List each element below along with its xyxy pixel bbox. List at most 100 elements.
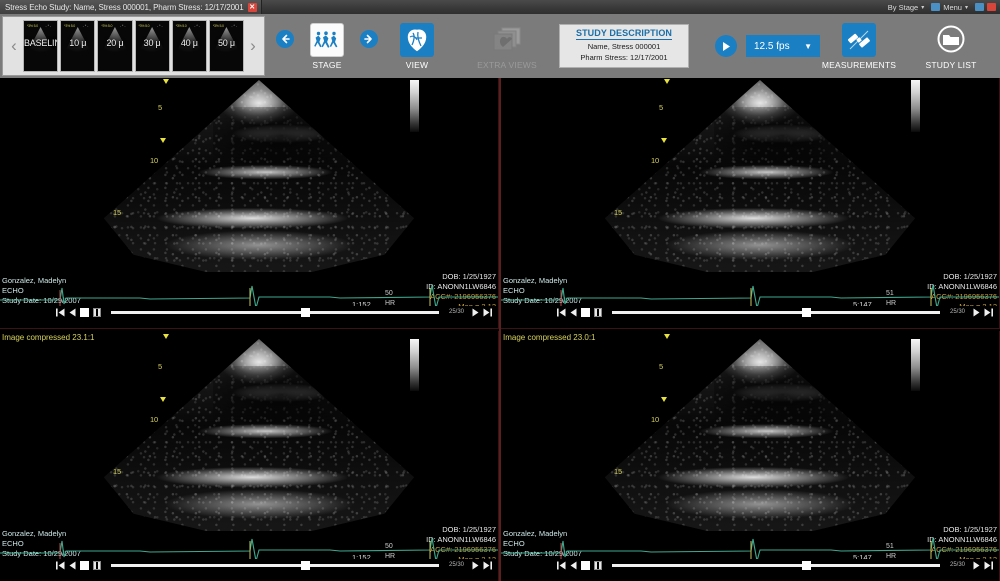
study-description-date: Pharm Stress: 12/17/2001 [580, 53, 667, 62]
fps-dropdown[interactable]: 12.5 fps ▼ [746, 35, 820, 57]
ultrasound-image[interactable]: 5 10 15 [0, 337, 498, 537]
depth-marker-icon [160, 397, 166, 402]
viewport-pane[interactable]: 5 10 15 Gonzalez, Madelyn ECHO Study Dat… [501, 78, 1000, 329]
ultrasound-image[interactable]: 5 10 15 [501, 78, 999, 278]
by-stage-dropdown[interactable]: By Stage ▾ [888, 3, 924, 12]
skip-to-start-button[interactable] [56, 308, 65, 317]
frame-scrubber[interactable] [612, 311, 940, 314]
thumbnail-ecg [100, 62, 129, 67]
study-description-panel[interactable]: STUDY DESCRIPTION Name, Stress 000001 Ph… [559, 24, 689, 68]
skip-to-end-button[interactable] [984, 308, 993, 317]
ultrasound-sector [94, 339, 424, 531]
scrubber-handle[interactable] [802, 308, 811, 317]
stage-thumbnail[interactable]: *3% 5.0 - * - 20 μ [97, 20, 132, 72]
scrubber-handle[interactable] [802, 561, 811, 570]
skip-to-start-button[interactable] [56, 561, 65, 570]
frame-scrubber[interactable] [111, 311, 439, 314]
stress-echo-application: Stress Echo Study: Name, Stress 000001, … [0, 0, 1000, 581]
view-button[interactable]: VIEW [389, 23, 445, 70]
scrubber-handle[interactable] [301, 561, 310, 570]
depth-tick: 15 [113, 467, 121, 476]
step-back-button[interactable] [570, 308, 577, 317]
window-controls[interactable] [975, 3, 996, 11]
pause-button[interactable] [93, 308, 101, 317]
apex-marker-icon [163, 79, 169, 84]
stop-button[interactable] [581, 308, 590, 317]
skip-to-end-button[interactable] [984, 561, 993, 570]
stage-thumbnail-label: 10 μ [61, 38, 94, 48]
viewport-pane[interactable]: 5 10 15 Gonzalez, Madelyn ECHO Study Dat… [0, 78, 499, 329]
viewport-pane[interactable]: Image compressed 23.0:1 5 10 15 Gonzalez… [501, 331, 1000, 581]
folder-icon [935, 25, 967, 55]
scrubber-handle[interactable] [301, 308, 310, 317]
stage-thumbnail-label: 50 μ [210, 38, 243, 48]
arrow-left-icon [280, 34, 290, 44]
next-stage-button[interactable] [360, 30, 378, 48]
strip-next-button[interactable]: › [244, 17, 262, 75]
stage-button[interactable]: STAGE [299, 23, 355, 70]
depth-tick: 15 [614, 208, 622, 217]
pause-button[interactable] [594, 561, 602, 570]
close-icon[interactable]: ✕ [248, 3, 257, 12]
measurements-button[interactable]: MEASUREMENTS [820, 23, 898, 70]
frame-scrubber[interactable] [612, 564, 940, 567]
running-figures-icon [314, 30, 340, 50]
grayscale-bar [410, 339, 419, 391]
stop-button[interactable] [581, 561, 590, 570]
frame-counter: 25/30 [950, 309, 965, 315]
stage-thumbnail[interactable]: *3% 5.0 - * - 50 μ [209, 20, 244, 72]
viewport-pane[interactable]: Image compressed 23.1:1 5 10 15 Gonzalez… [0, 331, 499, 581]
thumbnail-tick: *3% 5.0 [139, 24, 150, 28]
step-back-button[interactable] [69, 561, 76, 570]
chamber-cavity [714, 366, 853, 424]
stage-thumbnail[interactable]: *3% 5.0 - * - 10 μ [60, 20, 95, 72]
skip-to-end-button[interactable] [483, 308, 492, 317]
pause-button[interactable] [594, 308, 602, 317]
menu-dropdown[interactable]: Menu ▾ [931, 3, 968, 12]
toolbar-buttons: STAGE VIEW [265, 14, 820, 78]
frame-counter: 25/30 [449, 562, 464, 568]
depth-tick: 10 [651, 415, 659, 424]
skip-to-start-button[interactable] [557, 308, 566, 317]
study-description-title: STUDY DESCRIPTION [576, 28, 672, 40]
playback-transport: 25/30 [501, 306, 999, 318]
depth-tick: 5 [158, 362, 162, 371]
menu-icon [931, 3, 940, 11]
minimize-icon[interactable] [975, 3, 984, 11]
toolbar-right-buttons: MEASUREMENTS STUDY LIST [820, 23, 1000, 70]
skip-to-start-button[interactable] [557, 561, 566, 570]
ultrasound-sector [595, 80, 925, 272]
ultrasound-image[interactable]: 5 10 15 [0, 78, 498, 278]
stage-thumbnail[interactable]: *3% 5.0 - * - BASELINE [23, 20, 58, 72]
step-back-button[interactable] [69, 308, 76, 317]
frame-scrubber[interactable] [111, 564, 439, 567]
thumbnail-tick-right: - * - [157, 24, 163, 28]
thumbnail-tick: *3% 5.0 [176, 24, 187, 28]
pause-button[interactable] [93, 561, 101, 570]
stage-button-label: STAGE [312, 60, 341, 70]
stop-button[interactable] [80, 561, 89, 570]
play-forward-button[interactable] [973, 308, 980, 317]
extra-views-button[interactable]: EXTRA VIEWS [467, 23, 547, 70]
study-tab[interactable]: Stress Echo Study: Name, Stress 000001, … [0, 0, 262, 14]
study-list-button[interactable]: STUDY LIST [912, 23, 990, 70]
grayscale-bar [410, 80, 419, 132]
stage-thumbnails: *3% 5.0 - * - BASELINE *3% 5.0 - * - 10 … [23, 20, 244, 72]
window-close-icon[interactable] [987, 3, 996, 11]
step-back-button[interactable] [570, 561, 577, 570]
skip-to-end-button[interactable] [483, 561, 492, 570]
previous-stage-button[interactable] [276, 30, 294, 48]
thumbnail-ecg [175, 62, 204, 67]
stop-button[interactable] [80, 308, 89, 317]
extra-views-icon-box [490, 23, 524, 57]
ultrasound-image[interactable]: 5 10 15 [501, 337, 999, 537]
stage-thumbnail[interactable]: *3% 5.0 - * - 40 μ [172, 20, 207, 72]
play-forward-button[interactable] [973, 561, 980, 570]
play-button[interactable] [715, 35, 737, 57]
play-forward-button[interactable] [472, 561, 479, 570]
playback-transport: 25/30 [501, 559, 999, 571]
depth-tick: 10 [150, 415, 158, 424]
stage-thumbnail[interactable]: *3% 5.0 - * - 30 μ [135, 20, 170, 72]
play-forward-button[interactable] [472, 308, 479, 317]
strip-prev-button[interactable]: ‹ [5, 17, 23, 75]
